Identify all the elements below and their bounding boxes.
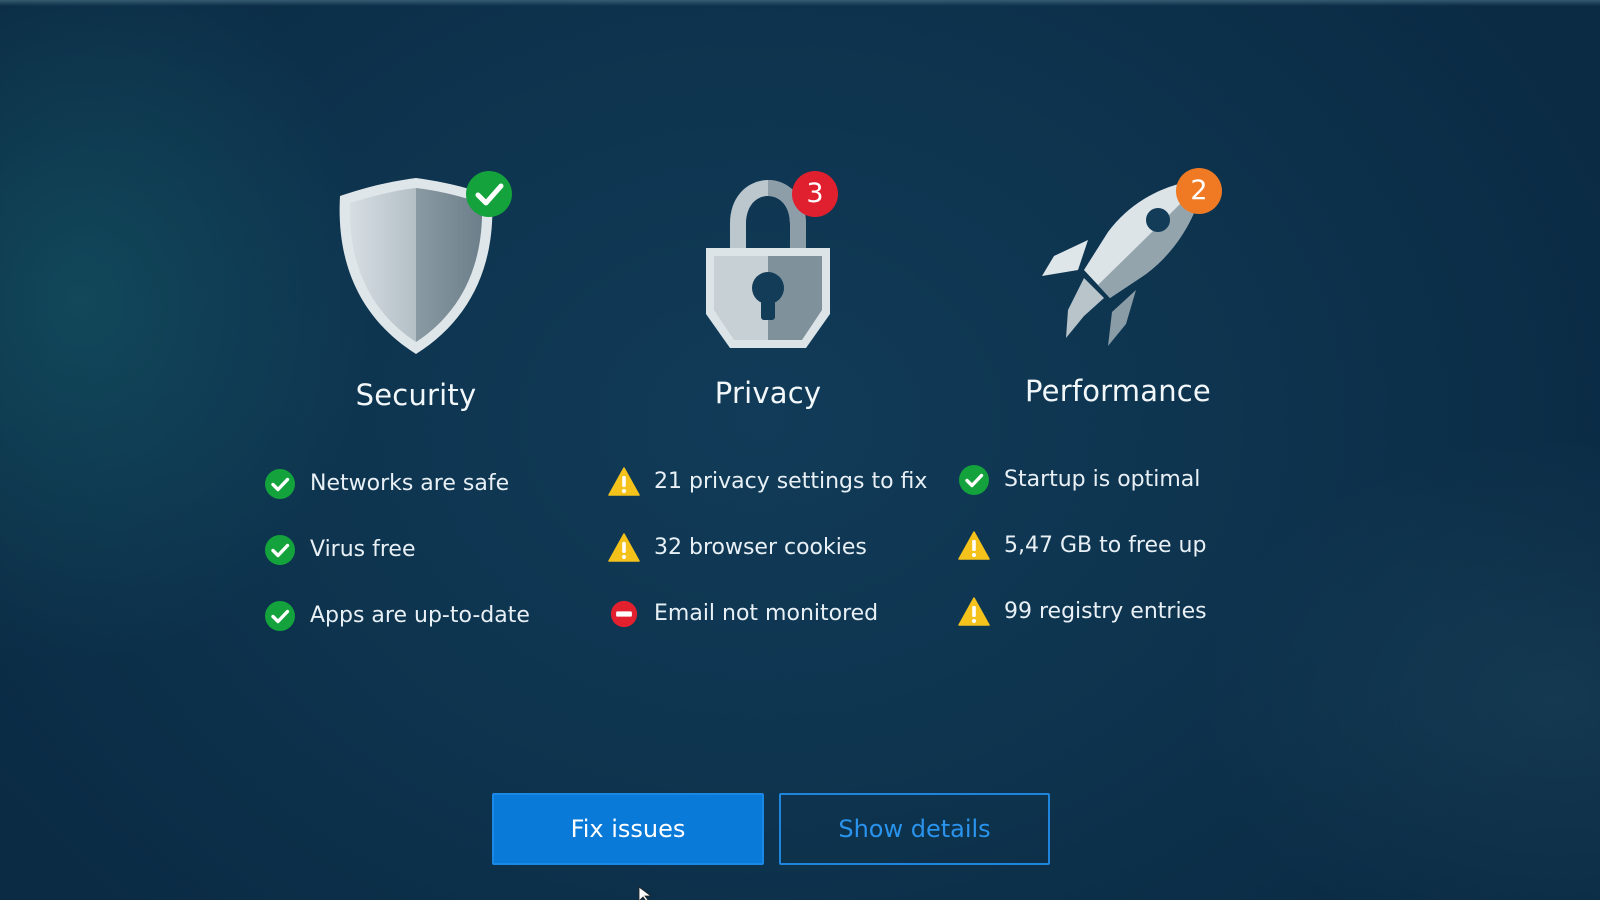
item-text: 32 browser cookies <box>654 535 867 560</box>
item-text: Virus free <box>310 537 416 562</box>
item-text: Email not monitored <box>654 601 879 626</box>
performance-category: 2 Performance Startup is optimal 5,47 GB… <box>958 168 1278 654</box>
list-item: 5,47 GB to free up <box>958 530 1318 596</box>
list-item: Apps are up-to-date <box>264 600 624 666</box>
item-text: 5,47 GB to free up <box>1004 533 1207 558</box>
check-circle-icon <box>264 534 296 566</box>
item-text: Networks are safe <box>310 471 510 496</box>
privacy-category: 3 Privacy 21 privacy settings to fix 32 … <box>608 171 928 656</box>
check-circle-icon <box>958 464 990 496</box>
security-category: Security Networks are safe Virus free Ap… <box>256 171 576 656</box>
performance-items: Startup is optimal 5,47 GB to free up 99… <box>958 464 1318 662</box>
item-text: 99 registry entries <box>1004 599 1207 624</box>
list-item: Virus free <box>264 534 624 600</box>
category-title: Security <box>355 378 477 412</box>
category-title: Privacy <box>714 376 822 410</box>
notification-badge: 2 <box>1176 168 1222 214</box>
privacy-items: 21 privacy settings to fix 32 browser co… <box>608 466 968 664</box>
warning-icon <box>958 596 990 628</box>
list-item: 21 privacy settings to fix <box>608 466 968 532</box>
category-title: Performance <box>1025 374 1211 408</box>
warning-icon <box>608 532 640 564</box>
check-circle-icon <box>264 600 296 632</box>
top-edge <box>0 0 1600 6</box>
item-text: Apps are up-to-date <box>310 603 530 628</box>
item-text: Startup is optimal <box>1004 467 1201 492</box>
list-item: 32 browser cookies <box>608 532 968 598</box>
warning-icon <box>958 530 990 562</box>
notification-badge: 3 <box>792 171 838 217</box>
list-item: Startup is optimal <box>958 464 1318 530</box>
show-details-button[interactable]: Show details <box>779 793 1050 865</box>
check-circle-icon <box>264 468 296 500</box>
check-badge <box>466 171 512 217</box>
minus-circle-icon <box>610 600 638 628</box>
list-item: Email not monitored <box>608 598 968 664</box>
item-text: 21 privacy settings to fix <box>654 469 928 494</box>
warning-icon <box>608 466 640 498</box>
mouse-cursor-icon <box>638 886 656 900</box>
security-items: Networks are safe Virus free Apps are up… <box>264 468 624 666</box>
list-item: Networks are safe <box>264 468 624 534</box>
fix-issues-button[interactable]: Fix issues <box>492 793 764 865</box>
list-item: 99 registry entries <box>958 596 1318 662</box>
